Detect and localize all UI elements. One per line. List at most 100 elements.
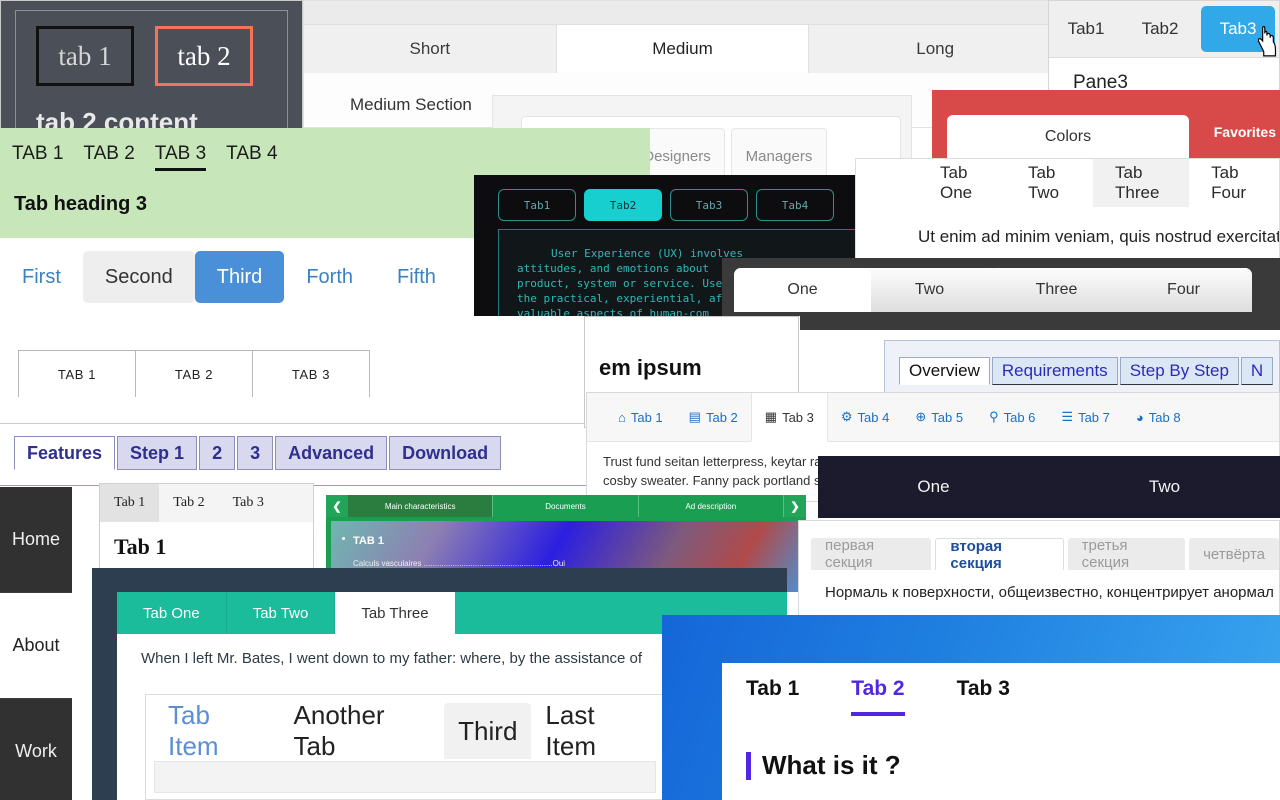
- tab-glossy-four[interactable]: Four: [1115, 268, 1252, 312]
- tab-icon-3[interactable]: ▦ Tab 3: [750, 393, 828, 442]
- tab-teal-two[interactable]: Tab Two: [227, 592, 336, 634]
- gear-icon: ⚙: [840, 409, 853, 424]
- link-favorites[interactable]: Favorites: [1214, 124, 1276, 140]
- nav-item-home[interactable]: Home: [0, 487, 72, 593]
- tab-outlined-3[interactable]: TAB 3: [252, 350, 370, 397]
- tab-green-1[interactable]: TAB 1: [12, 143, 63, 171]
- chevron-left-icon[interactable]: ❮: [326, 495, 348, 517]
- tab-glossy-two[interactable]: Two: [861, 268, 998, 312]
- tab-step-1[interactable]: Step 1: [117, 436, 198, 470]
- tab-step-by-step[interactable]: Step By Step: [1119, 357, 1239, 385]
- tab-step-2[interactable]: 2: [199, 436, 236, 470]
- tab-green-3[interactable]: TAB 3: [154, 143, 207, 171]
- home-icon: ⌂: [618, 409, 626, 425]
- overview-tablist: Overview Requirements Step By Step N: [885, 341, 1279, 385]
- tab-tab1[interactable]: Tab1: [1049, 1, 1123, 57]
- blue-gradient-card: Tab 1 Tab 2 Tab 3 What is it ?: [722, 663, 1280, 800]
- tab-green-4[interactable]: TAB 4: [226, 143, 277, 171]
- tab-second[interactable]: Second: [82, 251, 195, 303]
- tab-third[interactable]: Third: [444, 703, 532, 759]
- tab-ru-4[interactable]: четвёрта: [1189, 538, 1279, 570]
- tab-icon-7[interactable]: ☰ Tab 7: [1048, 393, 1122, 441]
- red-tabbar-widget: Colors Favorites: [932, 90, 1280, 158]
- blue-gradient-tab-widget: Tab 1 Tab 2 Tab 3 What is it ?: [662, 615, 1280, 800]
- tab-medium[interactable]: Medium: [556, 25, 810, 73]
- tab-ru-3[interactable]: третья секция: [1067, 537, 1186, 571]
- nav-item-work[interactable]: Work: [0, 699, 72, 800]
- tab-label: Tab 6: [1003, 409, 1036, 425]
- tab-dark-two[interactable]: Two: [1049, 456, 1280, 518]
- tab-another[interactable]: Another Tab: [280, 700, 445, 761]
- dark-tablist: tab 1 tab 2: [36, 26, 253, 86]
- tab-glossy-three[interactable]: Three: [988, 268, 1125, 312]
- tab-tab-2[interactable]: tab 2: [155, 26, 253, 86]
- tab-short[interactable]: Short: [304, 25, 557, 73]
- tab-main-characteristics[interactable]: Main characteristics: [348, 495, 494, 517]
- tab-item[interactable]: Tab Item: [154, 700, 280, 761]
- tab-icon-4[interactable]: ⚙ Tab 4: [828, 393, 902, 441]
- tab-bg-2[interactable]: Tab 2: [851, 677, 905, 716]
- tab-teal-three[interactable]: Tab Three: [335, 592, 455, 634]
- bullet-marker: [342, 537, 345, 540]
- tab-dark-one[interactable]: One: [818, 456, 1049, 518]
- tab-term-2[interactable]: Tab2: [584, 189, 662, 221]
- tab-ad-description[interactable]: Ad description: [639, 495, 784, 517]
- tab-label: tab 1: [58, 40, 112, 71]
- tab-three[interactable]: Tab Three: [1093, 159, 1190, 207]
- tab-ru-1[interactable]: первая секция: [811, 537, 932, 571]
- tab-tab-1[interactable]: tab 1: [36, 26, 134, 86]
- tab-download[interactable]: Download: [389, 436, 502, 470]
- glossy-tablist: One Two Three Four: [722, 258, 1280, 312]
- tab-label: Tab 3: [782, 409, 814, 425]
- tab-two[interactable]: Tab Two: [1006, 159, 1093, 207]
- tab-last-item[interactable]: Last Item: [531, 700, 664, 761]
- tab-third[interactable]: Third: [194, 251, 285, 303]
- tab-ru-2[interactable]: вторая секция: [935, 538, 1064, 572]
- tab-icon-2[interactable]: ▤ Tab 2: [676, 393, 751, 441]
- tab-forth[interactable]: Forth: [284, 251, 375, 303]
- russian-tab-content: Нормаль к поверхности, общеизвестно, кон…: [825, 584, 1274, 601]
- tab-requirements[interactable]: Requirements: [991, 357, 1118, 385]
- tab-icon-5[interactable]: ⊕ Tab 5: [902, 393, 976, 441]
- tab-teal-one[interactable]: Tab One: [117, 592, 227, 634]
- tab-outlined-2[interactable]: TAB 2: [135, 350, 253, 397]
- tab-one[interactable]: Tab One: [918, 159, 1006, 207]
- tab-overview-last[interactable]: N: [1240, 357, 1274, 385]
- tab-term-1[interactable]: Tab1: [498, 189, 576, 221]
- tab-serif-2[interactable]: Tab 2: [159, 484, 218, 522]
- item-tab-panel: [154, 761, 656, 793]
- tab-advanced[interactable]: Advanced: [275, 436, 388, 470]
- blue-tab-pane: Pane3: [1073, 72, 1128, 93]
- tab-colors[interactable]: Colors: [947, 115, 1189, 158]
- tab-term-4[interactable]: Tab4: [756, 189, 834, 221]
- icon-tablist: ⌂ Tab 1 ▤ Tab 2 ▦ Tab 3 ⚙ Tab 4 ⊕ Tab 5 …: [587, 393, 1279, 442]
- tab-four[interactable]: Tab Four: [1189, 159, 1279, 207]
- tab-icon-8[interactable]: ◕ Tab 8: [1123, 393, 1194, 441]
- tab-step-3[interactable]: 3: [237, 436, 274, 470]
- tab-overview[interactable]: Overview: [899, 357, 990, 385]
- tab-serif-3[interactable]: Tab 3: [219, 484, 278, 522]
- tab-icon-1[interactable]: ⌂ Tab 1: [605, 393, 676, 441]
- tab-tab2[interactable]: Tab2: [1123, 1, 1197, 57]
- dark-two-tablist: One Two: [818, 456, 1280, 518]
- tab-label: Tab 4: [857, 409, 890, 425]
- chevron-right-icon[interactable]: ❯: [783, 495, 806, 517]
- tab-features[interactable]: Features: [14, 436, 116, 470]
- tab-fifth[interactable]: Fifth: [375, 251, 458, 303]
- globe-icon: ⊕: [915, 409, 927, 424]
- tab-long[interactable]: Long: [809, 25, 1062, 73]
- tab-first[interactable]: First: [0, 251, 83, 303]
- tab-bg-3[interactable]: Tab 3: [957, 677, 1010, 716]
- tab-label: Tab 8: [1148, 409, 1181, 425]
- tab-outlined-1[interactable]: TAB 1: [18, 350, 136, 397]
- tab-green-2[interactable]: TAB 2: [83, 143, 134, 171]
- tab-label: tab 2: [177, 40, 231, 71]
- nav-item-about[interactable]: About: [0, 593, 72, 699]
- tab-glossy-one[interactable]: One: [734, 268, 871, 312]
- tab-term-3[interactable]: Tab3: [670, 189, 748, 221]
- tab-icon-6[interactable]: ⚲ Tab 6: [976, 393, 1048, 441]
- tab-bg-1[interactable]: Tab 1: [746, 677, 799, 716]
- serif-tab-heading: Tab 1: [114, 534, 167, 559]
- tab-documents[interactable]: Documents: [493, 495, 639, 517]
- tab-serif-1[interactable]: Tab 1: [100, 484, 160, 522]
